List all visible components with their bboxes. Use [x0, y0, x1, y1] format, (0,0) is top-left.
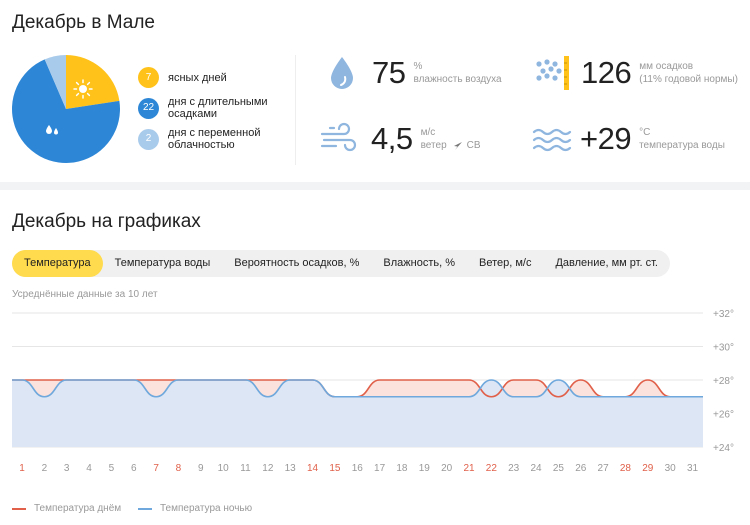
clear-days-row: 7 ясных дней — [138, 67, 227, 88]
cloudy-days-label: дня с переменной облачностью — [168, 127, 261, 151]
wind-icon — [320, 122, 357, 152]
legend-night-label: Температура ночью — [160, 503, 253, 514]
summary-divider — [295, 55, 296, 165]
water-stat: +29 °С температура воды — [532, 121, 725, 157]
chart-tabs: Температура Температура воды Вероятность… — [12, 250, 670, 277]
precip-value: 126 — [581, 55, 632, 90]
x-tick-label: 19 — [419, 463, 431, 474]
x-tick-label: 30 — [665, 463, 677, 474]
temperature-chart: +24°+26°+28°+30°+32°1 2 3 4 5 6 7 8 9 10 11 12 13 14 1… — [11, 309, 734, 474]
rain-gauge-icon — [536, 56, 569, 90]
x-tick-label: 14 — [307, 463, 319, 474]
clear-days-count: 7 — [138, 67, 159, 88]
x-tick-label: 21 — [463, 463, 475, 474]
x-tick-label: 7 — [153, 463, 159, 474]
wind-unit: м/с — [420, 127, 436, 138]
x-tick-label: 5 — [109, 463, 115, 474]
precip-unit: мм осадков — [639, 61, 694, 72]
rain-days-label: дня с длительными осадками — [168, 96, 268, 120]
charts-title: Декабрь на графиках — [12, 211, 201, 232]
x-tick-label: 17 — [374, 463, 386, 474]
x-tick-label: 11 — [240, 463, 251, 474]
tab-humidity[interactable]: Влажность, % — [371, 250, 467, 277]
x-tick-label: 2 — [42, 463, 48, 474]
x-tick-label: 3 — [64, 463, 70, 474]
x-tick-label: 16 — [352, 463, 364, 474]
cloudy-days-row: 2 дня с переменной облачностью — [138, 127, 268, 151]
x-tick-label: 12 — [262, 463, 274, 474]
tab-pressure[interactable]: Давление, мм рт. ст. — [543, 250, 670, 277]
x-tick-label: 8 — [176, 463, 182, 474]
humidity-label: влажность воздуха — [413, 74, 502, 85]
tab-temperature[interactable]: Температура — [12, 250, 103, 277]
days-pie-chart — [12, 55, 120, 163]
wind-direction-arrow-icon — [453, 141, 462, 150]
x-tick-label: 29 — [642, 463, 654, 474]
x-tick-label: 1 — [19, 463, 25, 474]
rain-days-row: 22 дня с длительными осадками — [138, 96, 268, 120]
x-tick-label: 22 — [486, 463, 498, 474]
water-unit: °С — [639, 127, 651, 138]
x-tick-label: 20 — [441, 463, 453, 474]
x-tick-label: 18 — [396, 463, 408, 474]
summary-title: Декабрь в Мале — [12, 12, 155, 33]
tab-water-temperature[interactable]: Температура воды — [103, 250, 223, 277]
wind-label: ветер — [420, 140, 447, 151]
legend-night: Температура ночью — [138, 503, 252, 514]
precip-stat: 126 мм осадков (11% годовой нормы) — [533, 55, 738, 91]
tab-wind[interactable]: Ветер, м/с — [467, 250, 543, 277]
x-tick-label: 6 — [131, 463, 137, 474]
x-tick-label: 26 — [575, 463, 587, 474]
x-tick-label: 9 — [198, 463, 204, 474]
x-tick-label: 15 — [329, 463, 341, 474]
x-tick-label: 23 — [508, 463, 520, 474]
x-tick-label: 31 — [687, 463, 699, 474]
legend-night-swatch — [138, 507, 152, 510]
y-tick-label: +24° — [713, 443, 734, 454]
charts-card: Декабрь на графиках Температура Температ… — [0, 190, 750, 525]
humidity-unit: % — [413, 61, 423, 72]
water-label: температура воды — [639, 140, 725, 151]
sun-icon — [73, 79, 93, 99]
legend-day-swatch — [12, 507, 26, 510]
wind-stat: 4,5 м/с ветер СВ — [320, 121, 481, 157]
night-area — [12, 380, 703, 447]
legend-day-label: Температура днём — [34, 503, 122, 514]
drop-icon — [331, 57, 353, 89]
water-value: +29 — [580, 121, 632, 156]
y-tick-label: +26° — [713, 410, 734, 421]
x-tick-label: 25 — [553, 463, 565, 474]
x-tick-label: 13 — [285, 463, 297, 474]
y-tick-label: +28° — [713, 376, 734, 387]
wind-direction: СВ — [466, 140, 481, 151]
rain-days-count: 22 — [138, 97, 159, 119]
chart-note: Усреднённые данные за 10 лет — [12, 289, 158, 300]
x-tick-label: 10 — [218, 463, 230, 474]
humidity-stat: 75 % влажность воздуха — [328, 55, 502, 91]
y-tick-label: +30° — [713, 343, 734, 354]
wind-value: 4,5 — [371, 121, 413, 156]
clear-days-label: ясных дней — [168, 71, 227, 84]
precip-note: (11% годовой нормы) — [639, 74, 738, 85]
x-tick-label: 4 — [86, 463, 92, 474]
tab-precipitation-probability[interactable]: Вероятность осадков, % — [222, 250, 371, 277]
humidity-value: 75 — [372, 55, 406, 90]
waves-icon — [532, 128, 572, 152]
summary-card: Декабрь в Мале 7 ясных дней 22 дня с дли… — [0, 0, 750, 182]
rain-drops-icon — [46, 125, 58, 135]
y-tick-label: +32° — [713, 309, 734, 320]
legend-day: Температура днём — [12, 503, 121, 514]
x-tick-label: 24 — [530, 463, 542, 474]
cloudy-days-count: 2 — [138, 128, 159, 150]
x-tick-label: 27 — [598, 463, 610, 474]
x-tick-label: 28 — [620, 463, 632, 474]
